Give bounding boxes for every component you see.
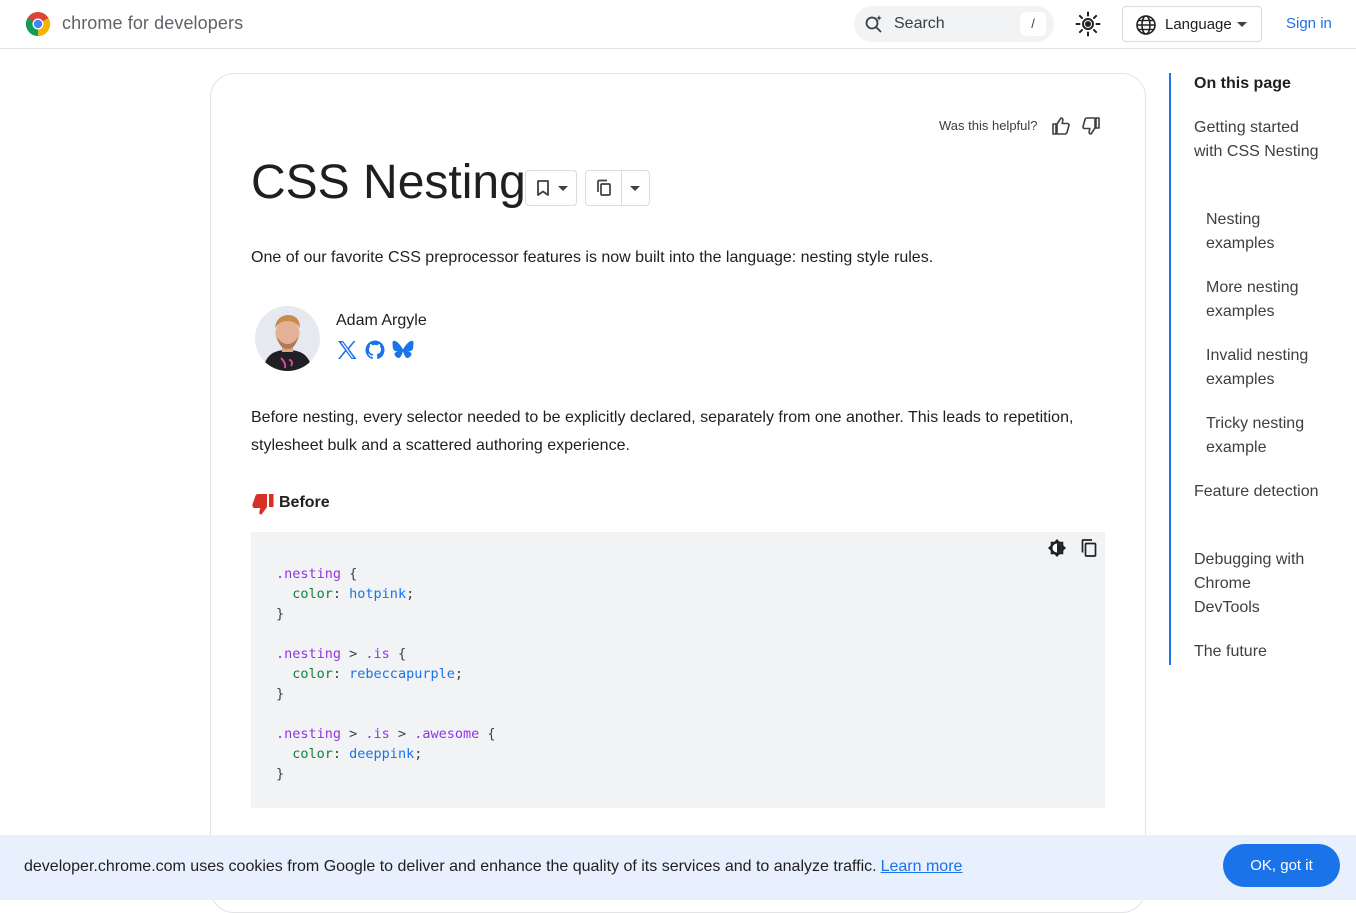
toc-item-tricky-nesting-example[interactable]: Tricky nesting example xyxy=(1206,412,1316,460)
toc-item-invalid-nesting-examples[interactable]: Invalid nesting examples xyxy=(1206,344,1318,392)
thumb-down-icon[interactable] xyxy=(1080,115,1102,137)
page-title: CSS Nesting xyxy=(251,156,526,209)
toc-item-more-nesting-examples[interactable]: More nesting examples xyxy=(1206,276,1316,324)
bluesky-icon[interactable] xyxy=(392,339,414,361)
code-line: } xyxy=(276,766,285,782)
site-brand[interactable]: chrome for developers xyxy=(62,13,243,34)
intro-paragraph: One of our favorite CSS preprocessor fea… xyxy=(251,249,934,266)
caret-down-icon xyxy=(1237,22,1247,27)
bookmark-button[interactable] xyxy=(525,170,577,206)
toc-heading: On this page xyxy=(1194,75,1291,92)
cookie-text: developer.chrome.com uses cookies from G… xyxy=(24,858,962,876)
sign-in-link[interactable]: Sign in xyxy=(1286,15,1332,32)
toc-item-debugging-devtools[interactable]: Debugging with Chrome DevTools xyxy=(1194,548,1319,620)
bookmark-icon xyxy=(537,180,549,196)
top-nav-bar: chrome for developers Search / Language xyxy=(0,0,1356,49)
search-shortcut-hint: / xyxy=(1020,12,1046,36)
code-line: color: hotpink; xyxy=(292,586,415,602)
sun-icon[interactable] xyxy=(1074,10,1102,38)
author-avatar[interactable] xyxy=(255,306,320,371)
copy-page-button[interactable] xyxy=(585,170,650,206)
code-line: color: rebeccapurple; xyxy=(292,666,463,682)
button-divider xyxy=(621,171,622,205)
toc-item-nesting-examples[interactable]: Nesting examples xyxy=(1206,208,1316,256)
thumb-up-icon[interactable] xyxy=(1050,115,1072,137)
chrome-logo-icon[interactable] xyxy=(26,12,50,36)
caret-down-icon[interactable] xyxy=(630,186,640,191)
cookie-accept-button[interactable]: OK, got it xyxy=(1223,844,1340,887)
code-line: } xyxy=(276,686,285,702)
search-sparkle-icon xyxy=(865,15,882,33)
body-paragraph: Before nesting, every selector needed to… xyxy=(251,409,1074,454)
author-name[interactable]: Adam Argyle xyxy=(336,312,427,330)
helpful-prompt: Was this helpful? xyxy=(939,118,1038,133)
toc-rail xyxy=(1169,73,1171,665)
toc-item-feature-detection[interactable]: Feature detection xyxy=(1194,480,1324,504)
x-icon[interactable] xyxy=(336,339,358,361)
cookie-message: developer.chrome.com uses cookies from G… xyxy=(24,858,877,875)
toc-item-getting-started[interactable]: Getting started with CSS Nesting xyxy=(1194,116,1324,164)
toc-item-the-future[interactable]: The future xyxy=(1194,640,1324,664)
copy-icon xyxy=(597,179,611,196)
before-label: Before xyxy=(279,494,330,511)
code-line: color: deeppink; xyxy=(292,746,423,762)
code-line: .nesting > .is > .awesome { xyxy=(276,726,496,742)
code-line: .nesting > .is { xyxy=(276,646,407,662)
github-icon[interactable] xyxy=(364,339,386,361)
globe-icon xyxy=(1136,15,1156,35)
search-label: Search xyxy=(894,15,945,32)
code-line: .nesting { xyxy=(276,566,358,582)
dark-mode-toggle-icon[interactable] xyxy=(1047,538,1067,558)
learn-more-link[interactable]: Learn more xyxy=(881,858,963,875)
code-line: } xyxy=(276,606,285,622)
caret-down-icon xyxy=(558,186,568,191)
copy-code-icon[interactable] xyxy=(1079,538,1099,558)
language-label: Language xyxy=(1165,16,1232,33)
language-button[interactable]: Language xyxy=(1122,6,1262,42)
thumb-down-red-icon xyxy=(252,494,274,515)
